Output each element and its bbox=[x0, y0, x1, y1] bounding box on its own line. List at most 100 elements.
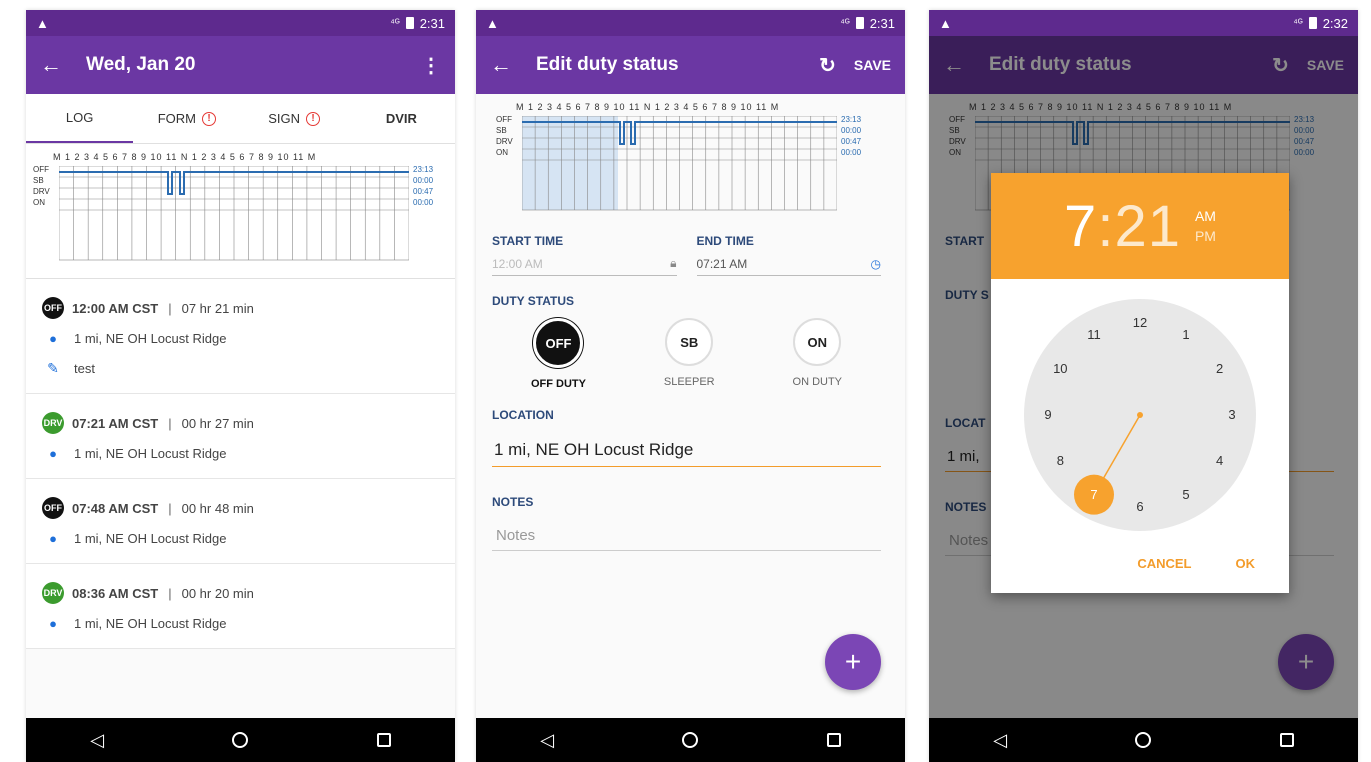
end-time-field[interactable]: 07:21 AM ◷ bbox=[696, 256, 881, 276]
graph-total: 00:47 bbox=[841, 137, 862, 146]
clock-time: 2:31 bbox=[419, 15, 445, 31]
entry-location: 1 mi, NE OH Locust Ridge bbox=[74, 530, 227, 546]
back-arrow-icon[interactable]: ← bbox=[490, 52, 536, 78]
graph-total: 23:13 bbox=[413, 165, 434, 174]
clock-number[interactable]: 6 bbox=[1130, 499, 1150, 515]
log-entries: OFF 12:00 AM CST | 07 hr 21 min ● 1 mi, NE O… bbox=[26, 279, 455, 649]
status-on-button[interactable]: ON bbox=[793, 318, 842, 366]
clock-number[interactable]: 10 bbox=[1050, 361, 1070, 377]
list-item[interactable]: OFF 12:00 AM CST | 07 hr 21 min ● 1 mi, NE O… bbox=[26, 279, 455, 394]
location-pin-icon: ● bbox=[49, 530, 57, 546]
status-badge: DRV bbox=[42, 412, 64, 434]
duty-status-selector: OFF OFF DUTY SB SLEEPER ON ON DUTY bbox=[492, 318, 881, 390]
clock-number[interactable]: 3 bbox=[1222, 407, 1242, 423]
entry-time: 07:21 AM CST bbox=[72, 415, 159, 431]
tab-bar: LOG FORM! SIGN! DVIR bbox=[26, 94, 455, 144]
clock-number[interactable]: 8 bbox=[1050, 453, 1070, 469]
entry-location: 1 mi, NE OH Locust Ridge bbox=[74, 615, 227, 631]
tab-sign[interactable]: SIGN! bbox=[241, 94, 348, 143]
entry-time: 07:48 AM CST bbox=[72, 500, 159, 516]
am-toggle[interactable]: AM bbox=[1195, 208, 1216, 224]
location-pin-icon: ● bbox=[49, 330, 57, 346]
clock-number[interactable]: 7 bbox=[1084, 487, 1104, 503]
status-badge: DRV bbox=[42, 582, 64, 604]
save-button[interactable]: SAVE bbox=[854, 57, 891, 73]
status-sb-button[interactable]: SB bbox=[665, 318, 714, 366]
nav-home-icon[interactable] bbox=[682, 732, 699, 748]
nav-recent-icon[interactable] bbox=[826, 733, 841, 747]
graph-grid bbox=[522, 116, 837, 211]
warning-icon: ▲ bbox=[939, 15, 952, 31]
duty-graph: M 1 2 3 4 5 6 7 8 9 10 11 N 1 2 3 4 5 6 … bbox=[26, 144, 455, 279]
duty-status-label: DUTY STATUS bbox=[492, 294, 575, 308]
clock-number[interactable]: 9 bbox=[1038, 407, 1058, 423]
nav-back-icon[interactable]: ◁ bbox=[90, 730, 104, 751]
nav-back-icon[interactable]: ◁ bbox=[540, 730, 554, 751]
end-time-label: END TIME bbox=[696, 234, 754, 248]
status-off-button[interactable]: OFF bbox=[533, 318, 584, 368]
refresh-icon[interactable]: ↻ bbox=[819, 53, 836, 78]
graph-row-label: DRV bbox=[496, 137, 513, 146]
nav-bar: ◁ bbox=[26, 718, 455, 762]
notes-label: NOTES bbox=[492, 495, 534, 509]
entry-location: 1 mi, NE OH Locust Ridge bbox=[74, 330, 227, 346]
tab-dvir[interactable]: DVIR bbox=[348, 94, 455, 143]
graph-total: 23:13 bbox=[841, 115, 862, 124]
ok-button[interactable]: OK bbox=[1236, 556, 1256, 571]
nav-bar: ◁ bbox=[476, 718, 905, 762]
list-item[interactable]: DRV 07:21 AM CST | 00 hr 27 min ● 1 mi, NE O… bbox=[26, 394, 455, 479]
signal-icon: ⁴ᴳ bbox=[390, 17, 400, 29]
battery-icon bbox=[855, 17, 864, 29]
cancel-button[interactable]: CANCEL bbox=[1137, 556, 1191, 571]
location-label: LOCATION bbox=[492, 408, 554, 422]
clock-number[interactable]: 11 bbox=[1084, 327, 1104, 343]
pm-toggle[interactable]: PM bbox=[1195, 228, 1216, 244]
back-arrow-icon[interactable]: ← bbox=[40, 52, 86, 78]
clock-face[interactable]: 12 1 2 3 4 5 6 7 8 9 10 11 bbox=[1024, 299, 1256, 531]
lock-icon: 🔒︎ bbox=[670, 256, 677, 270]
status-badge: OFF bbox=[42, 497, 64, 519]
graph-row-label: DRV bbox=[33, 187, 50, 196]
hour-display[interactable]: 7 bbox=[1064, 194, 1097, 259]
entry-duration: 00 hr 20 min bbox=[181, 585, 254, 601]
tab-log[interactable]: LOG bbox=[26, 94, 134, 143]
tab-form[interactable]: FORM! bbox=[133, 94, 240, 143]
nav-home-icon[interactable] bbox=[1135, 732, 1152, 748]
start-time-field: 12:00 AM 🔒︎ bbox=[492, 256, 677, 276]
location-pin-icon: ● bbox=[49, 615, 57, 631]
list-item[interactable]: DRV 08:36 AM CST | 00 hr 20 min ● 1 mi, NE O… bbox=[26, 564, 455, 649]
graph-row-label: SB bbox=[496, 126, 507, 135]
signal-icon: ⁴ᴳ bbox=[1293, 17, 1303, 29]
time-display: 7:21 AM PM bbox=[991, 173, 1289, 279]
clock-number[interactable]: 4 bbox=[1210, 453, 1230, 469]
clock-number[interactable]: 1 bbox=[1176, 327, 1196, 343]
entry-location: 1 mi, NE OH Locust Ridge bbox=[74, 445, 227, 461]
add-button[interactable]: + bbox=[825, 634, 881, 690]
plus-icon: + bbox=[844, 646, 862, 677]
nav-back-icon[interactable]: ◁ bbox=[993, 730, 1007, 751]
notes-input[interactable]: Notes bbox=[492, 517, 881, 551]
clock-number[interactable]: 2 bbox=[1210, 361, 1230, 377]
list-item[interactable]: OFF 07:48 AM CST | 00 hr 48 min ● 1 mi, NE O… bbox=[26, 479, 455, 564]
nav-home-icon[interactable] bbox=[232, 732, 249, 748]
graph-total: 00:47 bbox=[413, 187, 434, 196]
edit-screen: ▲ ⁴ᴳ 2:31 ← Edit duty status ↻ SAVE M 1 2… bbox=[476, 10, 905, 762]
entry-duration: 07 hr 21 min bbox=[181, 300, 254, 316]
app-bar: ← Wed, Jan 20 ⋮ bbox=[26, 36, 455, 94]
battery-icon bbox=[1308, 17, 1317, 29]
status-badge: OFF bbox=[42, 297, 64, 319]
clock-number[interactable]: 5 bbox=[1176, 487, 1196, 503]
status-bar: ▲ ⁴ᴳ 2:32 bbox=[929, 10, 1358, 36]
nav-recent-icon[interactable] bbox=[376, 733, 391, 747]
clock-icon[interactable]: ◷ bbox=[871, 257, 881, 271]
minute-display[interactable]: 21 bbox=[1114, 194, 1181, 259]
location-input[interactable]: 1 mi, NE OH Locust Ridge bbox=[492, 430, 881, 467]
status-label: ON DUTY bbox=[792, 376, 843, 388]
graph-row-label: ON bbox=[33, 198, 45, 207]
graph-hours: M 1 2 3 4 5 6 7 8 9 10 11 N 1 2 3 4 5 6 … bbox=[516, 102, 780, 112]
clock-number[interactable]: 12 bbox=[1130, 315, 1150, 331]
overflow-menu-icon[interactable]: ⋮ bbox=[421, 53, 441, 78]
signal-icon: ⁴ᴳ bbox=[840, 17, 850, 29]
start-time-label: START TIME bbox=[492, 234, 564, 248]
nav-recent-icon[interactable] bbox=[1279, 733, 1294, 747]
